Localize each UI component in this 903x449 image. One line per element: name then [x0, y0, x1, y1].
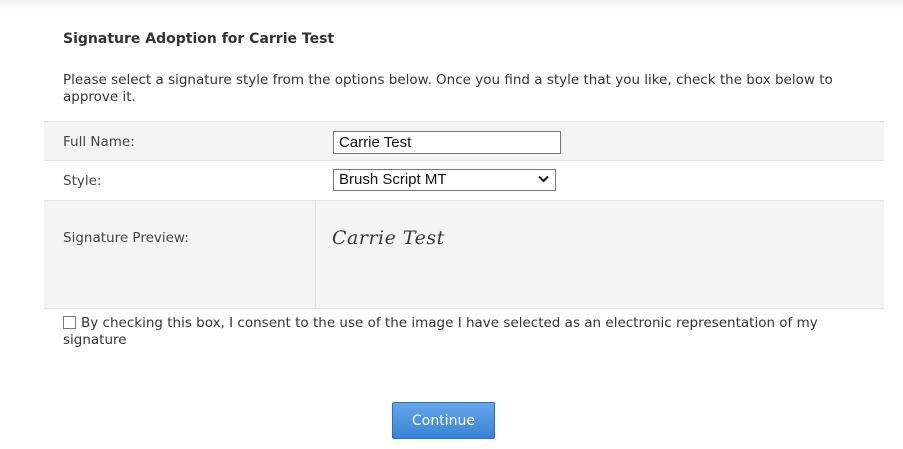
style-select-value: Brush Script MT: [339, 171, 447, 188]
full-name-input[interactable]: [333, 131, 561, 154]
top-shadow: [0, 0, 903, 10]
consent-checkbox[interactable]: [63, 316, 76, 329]
style-label: Style:: [63, 173, 102, 189]
signature-adoption-page: Signature Adoption for Carrie Test Pleas…: [0, 0, 903, 449]
full-name-row: Full Name:: [44, 121, 884, 160]
consent-row: By checking this box, I consent to the u…: [44, 308, 884, 373]
instructions-text: Please select a signature style from the…: [63, 72, 833, 105]
signature-preview: Carrie Test: [332, 227, 445, 249]
preview-column-divider: [315, 201, 316, 308]
chevron-down-icon: [538, 175, 549, 183]
continue-button[interactable]: Continue: [392, 402, 495, 439]
signature-preview-row: Signature Preview: Carrie Test: [44, 200, 884, 308]
style-row: Style: Brush Script MT: [44, 160, 884, 200]
consent-text: By checking this box, I consent to the u…: [63, 315, 818, 348]
signature-adoption-panel: Signature Adoption for Carrie Test Pleas…: [44, 22, 884, 372]
full-name-label: Full Name:: [63, 134, 135, 150]
signature-preview-label: Signature Preview:: [63, 230, 189, 246]
consent-block: By checking this box, I consent to the u…: [63, 315, 843, 349]
page-title: Signature Adoption for Carrie Test: [63, 31, 335, 47]
style-select[interactable]: Brush Script MT: [333, 169, 556, 191]
